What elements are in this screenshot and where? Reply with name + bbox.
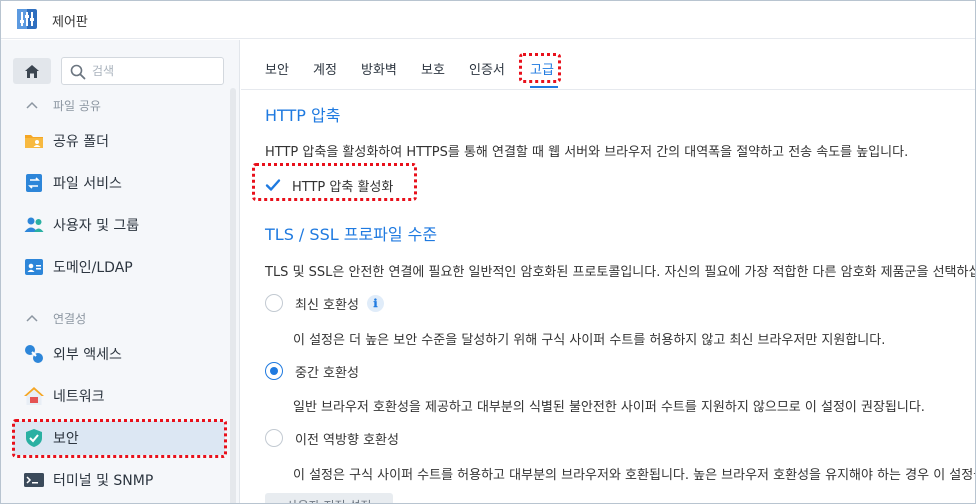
radio-modern-compatibility[interactable]: 최신 호환성 ℹ [265, 292, 384, 314]
security-shield-icon [26, 429, 42, 447]
sidebar-item-terminal-snmp[interactable]: 터미널 및 SNMP [13, 463, 225, 497]
title-bar: 제어판 [1, 1, 975, 39]
external-access-icon [25, 345, 43, 363]
tls-profile-description: TLS 및 SSL은 안전한 연결에 필요한 일반적인 암호화된 프로토콜입니다… [265, 265, 976, 280]
file-services-icon [26, 174, 42, 192]
home-button[interactable] [13, 58, 51, 84]
tab-security[interactable]: 보안 [265, 59, 289, 78]
http-compression-title: HTTP 압축 [265, 106, 341, 125]
http-compression-checkbox-label: HTTP 압축 활성화 [292, 179, 394, 195]
search-input[interactable] [92, 62, 217, 80]
sidebar-item-network[interactable]: 네트워크 [13, 379, 225, 413]
section-label: 파일 공유 [53, 98, 101, 113]
sidebar-search[interactable] [61, 57, 224, 85]
tab-firewall[interactable]: 방화벽 [361, 59, 397, 78]
option-description: 일반 브라우저 호환성을 제공하고 대부분의 식별된 불안전한 사이퍼 수트를 … [293, 400, 925, 415]
http-compression-description: HTTP 압축을 활성화하여 HTTPS를 통해 연결할 때 웹 서버와 브라우… [265, 145, 909, 160]
sidebar-item-users-groups[interactable]: 사용자 및 그룹 [13, 208, 225, 242]
search-icon [70, 64, 86, 80]
sidebar-item-file-services[interactable]: 파일 서비스 [13, 166, 225, 200]
sidebar-item-label: 터미널 및 SNMP [53, 473, 154, 489]
tls-profile-title: TLS / SSL 프로파일 수준 [265, 225, 438, 244]
tab-bar: 보안 계정 방화벽 보호 인증서 고급 [241, 40, 975, 90]
checkbox-checked-icon[interactable] [265, 177, 281, 193]
option-description: 이 설정은 더 높은 보안 수준을 달성하기 위해 구식 사이퍼 수트를 허용하… [293, 333, 886, 348]
tab-certificate[interactable]: 인증서 [469, 59, 505, 78]
home-icon [25, 64, 39, 78]
tab-advanced[interactable]: 고급 [530, 59, 554, 78]
radio-intermediate-compatibility[interactable]: 중간 호환성 [265, 360, 359, 382]
info-icon[interactable]: ℹ [366, 294, 384, 312]
users-icon [24, 217, 44, 232]
option-description: 이 설정은 구식 사이퍼 수트를 허용하고 대부분의 브라우저와 호환됩니다. … [293, 468, 975, 483]
main-panel: 보안 계정 방화벽 보호 인증서 고급 HTTP 압축 HTTP 압축을 활성화… [241, 40, 976, 503]
sidebar-item-domain-ldap[interactable]: 도메인/LDAP [13, 250, 225, 284]
window-title: 제어판 [52, 15, 88, 30]
domain-icon [25, 259, 43, 275]
tab-account[interactable]: 계정 [313, 59, 337, 78]
sidebar-item-label: 공유 폴더 [53, 134, 109, 150]
network-icon [24, 387, 44, 405]
radio-button[interactable] [265, 429, 283, 447]
radio-button-selected[interactable] [265, 362, 283, 380]
section-label: 연결성 [53, 311, 87, 326]
sidebar-item-label: 보안 [53, 431, 79, 447]
http-compression-checkbox-row[interactable]: HTTP 압축 활성화 [265, 174, 393, 196]
sidebar-item-external-access[interactable]: 외부 액세스 [13, 337, 225, 371]
sidebar-item-security[interactable]: 보안 [13, 421, 225, 455]
terminal-icon [24, 473, 44, 487]
sidebar-item-label: 파일 서비스 [53, 176, 122, 192]
sidebar-item-label: 사용자 및 그룹 [53, 218, 140, 234]
radio-label: 이전 역방향 호환성 [295, 432, 399, 448]
radio-old-backward-compatibility[interactable]: 이전 역방향 호환성 [265, 427, 399, 449]
control-panel-window: 제어판 파일 공유 [0, 0, 976, 504]
sidebar-item-shared-folder[interactable]: 공유 폴더 [13, 124, 225, 158]
sidebar-item-label: 도메인/LDAP [53, 260, 133, 276]
radio-label: 중간 호환성 [295, 365, 359, 381]
sidebar-item-label: 외부 액세스 [53, 347, 122, 363]
chevron-up-icon [26, 314, 38, 322]
sidebar-item-label: 네트워크 [53, 389, 105, 405]
control-panel-app-icon [17, 9, 37, 29]
sidebar-scrollbar[interactable] [230, 88, 236, 503]
radio-button[interactable] [265, 294, 283, 312]
section-header-connectivity[interactable]: 연결성 [25, 309, 86, 327]
section-header-file-sharing[interactable]: 파일 공유 [25, 96, 101, 114]
folder-share-icon [25, 135, 43, 148]
tab-protection[interactable]: 보호 [421, 59, 445, 78]
custom-settings-button[interactable]: 사용자 지정 설정 [265, 493, 393, 503]
active-tab-indicator [530, 86, 558, 88]
chevron-up-icon [26, 101, 38, 109]
radio-label: 최신 호환성 [295, 297, 359, 313]
sidebar: 파일 공유 공유 폴더 파일 서비스 [1, 40, 240, 503]
